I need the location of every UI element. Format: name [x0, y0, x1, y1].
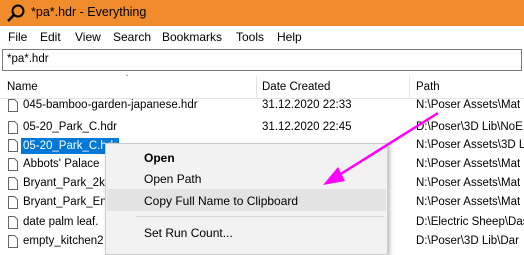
menu-file[interactable]: File [8, 30, 27, 44]
file-icon [8, 177, 18, 190]
menu-item-label: Open [144, 151, 175, 165]
file-path: N:\Poser Assets\3D Li [416, 139, 524, 151]
file-name: Abbots' Palace [23, 158, 100, 170]
file-icon [8, 235, 18, 248]
file-name: 045-bamboo-garden-japanese.hdr [23, 99, 198, 111]
menu-item-label: Open Path [144, 172, 202, 186]
menu-tools[interactable]: Tools [236, 30, 264, 44]
file-path: N:\Poser Assets\Mat [416, 99, 521, 111]
menu-separator [136, 216, 384, 217]
file-date: 31.12.2020 22:45 [262, 121, 352, 133]
file-path: N:\Poser Assets\Mat [416, 158, 521, 170]
file-name: empty_kitchen2 [23, 235, 104, 247]
menu-edit[interactable]: Edit [40, 30, 61, 44]
file-icon [8, 196, 18, 209]
menu-item-set-run-count[interactable]: Set Run Count... [107, 221, 386, 243]
menu-search[interactable]: Search [113, 30, 151, 44]
column-header-path[interactable]: Path [416, 81, 440, 93]
file-icon [8, 139, 18, 152]
search-input[interactable] [7, 53, 507, 65]
file-icon [8, 121, 18, 134]
menu-item-label: Set Run Count... [144, 226, 233, 240]
file-name: Bryant_Park_2k. [23, 177, 109, 189]
menu-view[interactable]: View [75, 30, 101, 44]
column-header-bar: Name Date Created Path [0, 76, 524, 99]
context-menu: Open Open Path Copy Full Name to Clipboa… [105, 143, 388, 255]
magnifier-icon [7, 4, 25, 22]
search-box[interactable] [2, 49, 522, 71]
file-path: N:\Poser Assets\Mat [416, 196, 521, 208]
column-separator[interactable] [409, 76, 410, 98]
table-row[interactable]: 045-bamboo-garden-japanese.hdr 31.12.202… [0, 98, 524, 115]
file-name: 05-20_Park_C.hdr [23, 121, 117, 133]
file-path: N:\Poser Assets\Mat [416, 177, 521, 189]
file-icon [8, 158, 18, 171]
title-bar: *pa*.hdr - Everything [0, 0, 524, 26]
file-icon [8, 216, 18, 229]
window-title: *pa*.hdr - Everything [31, 5, 147, 19]
file-name: Bryant_Park_Ent [23, 196, 110, 208]
menu-bar: File Edit View Search Bookmarks Tools He… [0, 26, 524, 48]
file-icon [8, 99, 18, 112]
file-path: D:\Poser\3D Lib\Dar [416, 235, 519, 247]
column-separator[interactable] [256, 76, 257, 98]
menu-item-open-path[interactable]: Open Path [107, 167, 386, 189]
column-header-name[interactable]: Name [7, 81, 38, 93]
file-path: D:\Electric Sheep\Das [416, 216, 524, 228]
table-row[interactable]: 05-20_Park_C.hdr 31.12.2020 22:45 D:\Pos… [0, 120, 524, 137]
menu-item-label: Copy Full Name to Clipboard [144, 194, 299, 208]
file-path: D:\Poser\3D Lib\NoE [416, 121, 523, 133]
column-header-date[interactable]: Date Created [262, 81, 330, 93]
menu-item-copy-full-name[interactable]: Copy Full Name to Clipboard [107, 189, 386, 211]
menu-help[interactable]: Help [277, 30, 302, 44]
menu-bookmarks[interactable]: Bookmarks [162, 30, 222, 44]
file-date: 31.12.2020 22:33 [262, 99, 352, 111]
menu-item-open[interactable]: Open [107, 146, 386, 168]
file-name: date palm leaf. [23, 216, 99, 228]
